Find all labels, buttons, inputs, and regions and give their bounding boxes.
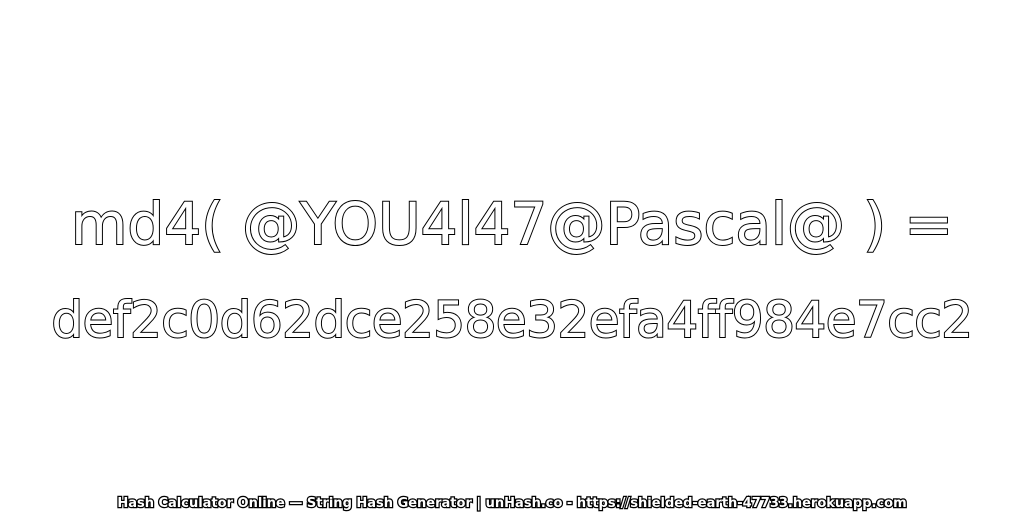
hash-expression-heading: md4( @YOU4l47@Pascal@ ) = xyxy=(70,189,954,259)
hash-result-value: def2c0d62dce258e32efa4ff984e7cc2 xyxy=(50,290,974,350)
site-footer-caption: Hash Calculator Online — String Hash Gen… xyxy=(116,495,908,512)
